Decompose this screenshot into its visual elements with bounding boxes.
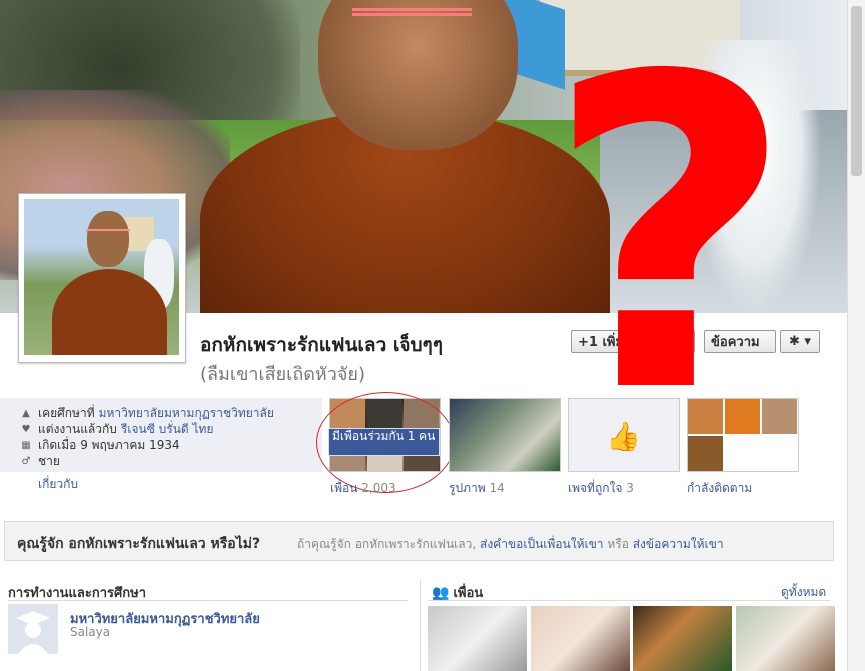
friend-thumbnail[interactable]	[428, 606, 527, 671]
eye-censor-bar	[352, 8, 472, 11]
school-location: Salaya	[70, 625, 111, 639]
photos-label: รูปภาพ	[449, 481, 486, 495]
profile-alternate-name: (ลืมเขาเสียเถิดหัวจัย)	[200, 364, 365, 385]
school-icon[interactable]	[8, 604, 58, 654]
friends-count: 2,003	[361, 481, 396, 495]
cover-monk-head	[318, 0, 518, 150]
know-or: หรือ	[607, 537, 629, 551]
profile-monk-head	[87, 211, 129, 267]
question-mark-overlay: ?	[545, 0, 795, 487]
do-you-know-bar: คุณรู้จัก อกหักเพราะรักแฟนเลว หรือไม่? ถ…	[4, 521, 834, 561]
friend-thumbnail[interactable]	[531, 606, 630, 671]
eye-censor-bar	[352, 13, 472, 16]
scrollbar-thumb[interactable]	[851, 6, 862, 176]
red-highlight-circle	[316, 392, 455, 493]
photos-tile-label[interactable]: รูปภาพ 14	[449, 479, 505, 498]
do-you-know-text: ถ้าคุณรู้จัก อกหักเพราะรักแฟนเลว, ส่งคำข…	[297, 535, 724, 554]
profile-name: อกหักเพราะรักแฟนเลว เจ็บๆๆ	[200, 334, 443, 356]
friends-icon: 👥	[432, 584, 450, 601]
section-divider	[428, 600, 830, 601]
know-prefix: ถ้าคุณรู้จัก อกหักเพราะรักแฟนเลว,	[297, 537, 477, 551]
graduate-silhouette-icon	[16, 611, 50, 654]
send-friend-request-link[interactable]: ส่งคำขอเป็นเพื่อนให้เขา	[480, 537, 604, 551]
info-gender-text: ชาย	[38, 454, 60, 468]
graduation-cap-icon: ▲	[22, 408, 30, 419]
section-divider	[8, 600, 408, 601]
profile-eye-censor-bar	[86, 229, 130, 231]
friends-label: เพื่อน	[330, 481, 358, 495]
gender-male-icon: ♂	[21, 456, 31, 467]
do-you-know-title: คุณรู้จัก อกหักเพราะรักแฟนเลว หรือไม่?	[17, 536, 261, 552]
profile-info-box: ▲ เคยศึกษาที่ มหาวิทยาลัยมหามกุฏราชวิทยา…	[0, 398, 322, 472]
calendar-icon: ▦	[21, 440, 31, 451]
scrollbar[interactable]	[847, 0, 865, 671]
send-message-link[interactable]: ส่งข้อความให้เขา	[633, 537, 724, 551]
friend-thumbnail[interactable]	[736, 606, 835, 671]
photos-count: 14	[489, 481, 505, 495]
info-gender: ♂ ชาย	[20, 452, 60, 471]
profile-picture[interactable]	[18, 193, 186, 363]
profile-picture-image	[24, 199, 179, 355]
friends-tile-label[interactable]: เพื่อน 2,003	[330, 479, 396, 498]
about-link[interactable]: เกี่ยวกับ	[38, 475, 78, 494]
column-divider	[420, 580, 421, 671]
heart-icon: ♥	[21, 424, 31, 435]
friend-thumbnail[interactable]	[633, 606, 732, 671]
